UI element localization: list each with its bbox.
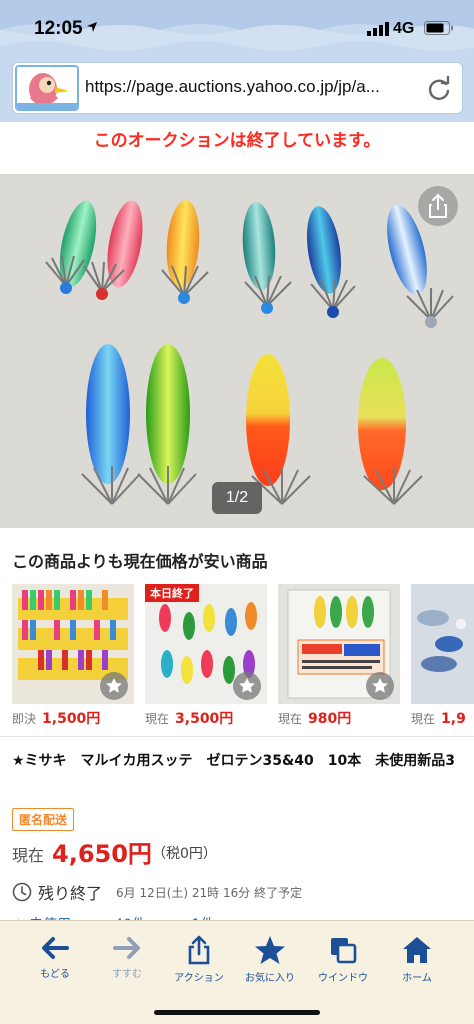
current-price-label: 現在 xyxy=(12,846,45,865)
back-button[interactable]: もどる xyxy=(18,935,92,991)
ending-today-badge: 本日終了 xyxy=(145,584,199,602)
favorites-label: お気に入り xyxy=(245,973,295,984)
browser-header: 12:05 4G https://page.auctions.yahoo.co.… xyxy=(0,0,474,122)
price-label: 現在 xyxy=(411,712,436,726)
anonymous-shipping-badge: 匿名配送 xyxy=(12,808,75,831)
section-divider xyxy=(0,736,474,737)
price-row: 現在 980円 xyxy=(278,708,351,728)
address-bar[interactable]: https://page.auctions.yahoo.co.jp/jp/a..… xyxy=(12,62,463,114)
arrow-right-icon xyxy=(113,937,140,959)
battery-icon xyxy=(424,21,453,35)
star-icon xyxy=(106,678,122,693)
forward-label: すすむ xyxy=(112,969,142,980)
star-icon xyxy=(239,678,255,693)
network-type: 4G xyxy=(393,20,415,37)
windows-icon xyxy=(331,938,357,964)
arrow-left-icon xyxy=(42,937,69,959)
price-value: 1,9 xyxy=(441,711,466,727)
item-image[interactable] xyxy=(0,174,474,528)
action-label: アクション xyxy=(174,973,224,984)
price-label: 即決 xyxy=(12,712,37,726)
back-label: もどる xyxy=(40,969,70,980)
squid-jigs-photo xyxy=(0,174,474,528)
price-value: 3,500円 xyxy=(175,711,234,727)
share-image-button[interactable] xyxy=(418,186,458,226)
favorite-toggle[interactable] xyxy=(233,672,261,700)
cellular-signal-icon xyxy=(367,22,389,36)
windows-button[interactable]: ウインドウ xyxy=(306,935,380,991)
end-date: 6月 12日(土) 21時 16分 終了予定 xyxy=(116,886,303,900)
price-value: 980円 xyxy=(308,711,352,727)
location-arrow-icon xyxy=(87,22,97,32)
cheaper-item-card[interactable]: 本日終了 現在 3,500円 xyxy=(145,584,267,732)
price-label: 現在 xyxy=(278,712,303,726)
browser-toolbar: もどる すすむ アクション お気に入り ウインドウ ホーム xyxy=(0,920,474,1024)
cheaper-item-card[interactable]: 即決 1,500円 xyxy=(12,584,134,732)
price-row: 現在 1,9 xyxy=(411,708,466,727)
home-indicator[interactable] xyxy=(154,1010,320,1015)
current-price: 4,650円 xyxy=(52,840,152,868)
cheaper-item-card[interactable]: 現在 980円 xyxy=(278,584,400,732)
tax-note: （税0円） xyxy=(152,846,217,862)
status-time: 12:05 xyxy=(34,18,83,39)
favorite-toggle[interactable] xyxy=(366,672,394,700)
status-bar: 12:05 4G xyxy=(0,0,474,56)
favorite-toggle[interactable] xyxy=(100,672,128,700)
auction-ended-notice: このオークションは終了しています。 xyxy=(93,131,381,151)
forward-button[interactable]: すすむ xyxy=(90,935,164,991)
action-button[interactable]: アクション xyxy=(162,935,236,991)
time-left-label: 残り終了 xyxy=(38,884,103,903)
star-icon xyxy=(372,678,388,693)
windows-label: ウインドウ xyxy=(318,973,368,984)
home-icon xyxy=(403,937,431,963)
cheaper-items-heading: この商品よりも現在価格が安い商品 xyxy=(12,552,268,571)
home-button[interactable]: ホーム xyxy=(380,935,454,991)
image-counter: 1/2 xyxy=(212,482,262,514)
item-title: ★ミサキ マルイカ用スッテ ゼロテン35&40 10本 未使用新品3 xyxy=(12,753,455,769)
price-row: 即決 1,500円 xyxy=(12,708,100,728)
favorites-button[interactable]: お気に入り xyxy=(233,935,307,991)
reload-icon[interactable] xyxy=(425,75,453,103)
share-icon xyxy=(188,935,210,965)
site-logo-icon xyxy=(15,65,79,111)
item-thumbnail[interactable] xyxy=(411,584,474,704)
cheaper-item-card[interactable]: 現在 1,9 xyxy=(411,584,474,732)
share-icon xyxy=(429,194,447,218)
star-icon xyxy=(255,936,285,964)
home-label: ホーム xyxy=(402,973,432,984)
price-row: 現在 3,500円 xyxy=(145,708,233,728)
clock-icon xyxy=(12,882,32,902)
url-text[interactable]: https://page.auctions.yahoo.co.jp/jp/a..… xyxy=(85,77,421,101)
price-value: 1,500円 xyxy=(42,711,101,727)
price-label: 現在 xyxy=(145,712,170,726)
